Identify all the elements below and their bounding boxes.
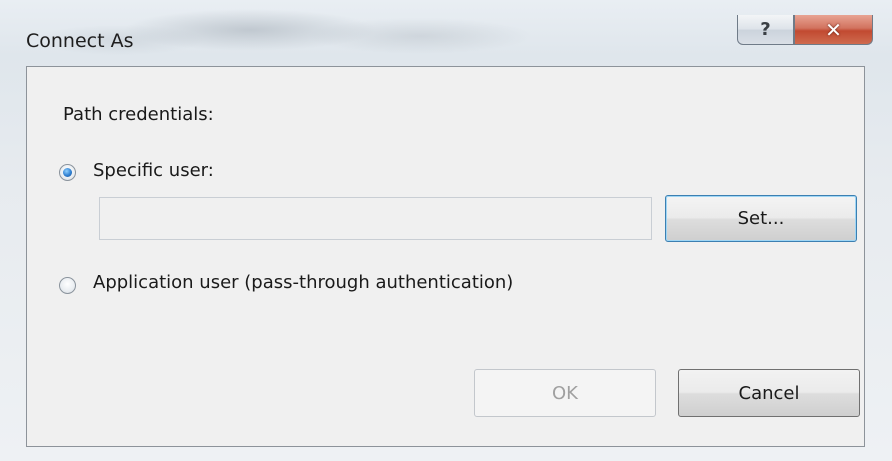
specific-user-label[interactable]: Specific user: [93,160,214,181]
question-mark-icon: ? [760,19,771,40]
close-button[interactable]: ✕ [794,15,873,45]
set-button[interactable]: Set... [665,195,857,242]
help-button[interactable]: ? [737,15,794,45]
ok-button: OK [474,369,656,417]
cancel-button[interactable]: Cancel [678,369,860,417]
dialog-client-area: Path credentials: Specific user: Set... … [26,66,865,447]
path-credentials-label: Path credentials: [63,104,214,125]
specific-user-radio[interactable] [59,164,76,181]
application-user-label[interactable]: Application user (pass-through authentic… [93,272,513,293]
window-title: Connect As [26,30,134,52]
close-icon: ✕ [825,17,842,42]
application-user-radio[interactable] [59,277,76,294]
specific-user-field [99,197,652,240]
connect-as-dialog: Connect As ? ✕ Path credentials: Specifi… [0,0,892,461]
